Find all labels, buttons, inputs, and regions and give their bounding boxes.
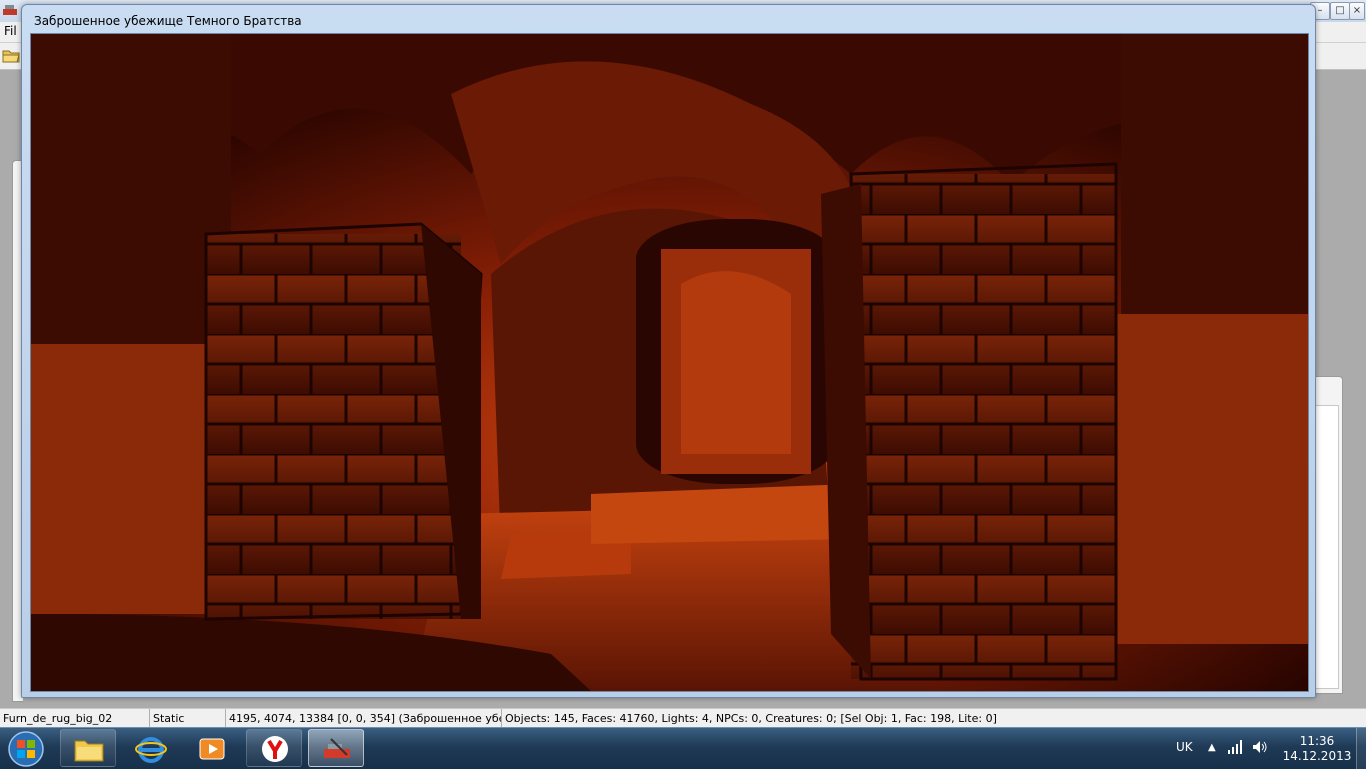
start-button[interactable]: [4, 730, 48, 768]
clock-time: 11:36: [1299, 734, 1335, 748]
show-hidden-icons-icon[interactable]: ▲: [1208, 742, 1216, 753]
volume-icon[interactable]: [1252, 740, 1268, 754]
explorer-icon: [74, 740, 104, 762]
internet-explorer-icon: [135, 737, 167, 763]
status-object-type: Static: [150, 709, 226, 728]
menu-file[interactable]: Fil: [4, 24, 17, 38]
taskbar-internet-explorer[interactable]: [122, 729, 178, 767]
taskbar-explorer[interactable]: [60, 729, 116, 767]
yandex-browser-icon: [262, 736, 288, 762]
status-position: 4195, 4074, 13384 [0, 0, 354] (Заброшенн…: [226, 709, 502, 728]
status-object-id: Furn_de_rug_big_02: [0, 709, 150, 728]
taskbar-construction-set[interactable]: [308, 729, 364, 767]
taskbar-media-player[interactable]: [184, 729, 240, 767]
render-window-title: Заброшенное убежище Темного Братства: [34, 14, 302, 28]
maximize-button[interactable]: □: [1330, 2, 1350, 20]
construction-set-icon: [324, 738, 350, 758]
show-desktop-button[interactable]: [1356, 728, 1366, 769]
network-signal-icon[interactable]: [1228, 740, 1244, 754]
open-folder-icon[interactable]: [2, 47, 20, 63]
clock-date: 14.12.2013: [1282, 749, 1352, 763]
taskbar: UK ▲ 11:36 14.12.2013: [0, 727, 1366, 769]
status-stats: Objects: 145, Faces: 41760, Lights: 4, N…: [505, 712, 997, 725]
background-panel-right: [1312, 376, 1343, 694]
close-button[interactable]: ×: [1349, 2, 1365, 20]
3d-viewport[interactable]: [30, 33, 1309, 692]
language-indicator[interactable]: UK: [1176, 740, 1193, 754]
clock[interactable]: 11:36 14.12.2013: [1282, 734, 1352, 764]
status-bar: Furn_de_rug_big_02 Static 4195, 4074, 13…: [0, 708, 1366, 728]
media-player-icon: [199, 738, 225, 760]
taskbar-yandex-browser[interactable]: [246, 729, 302, 767]
dungeon-scene[interactable]: [31, 34, 1308, 691]
app-icon: [3, 5, 17, 15]
render-window: Заброшенное убежище Темного Братства: [21, 4, 1316, 698]
